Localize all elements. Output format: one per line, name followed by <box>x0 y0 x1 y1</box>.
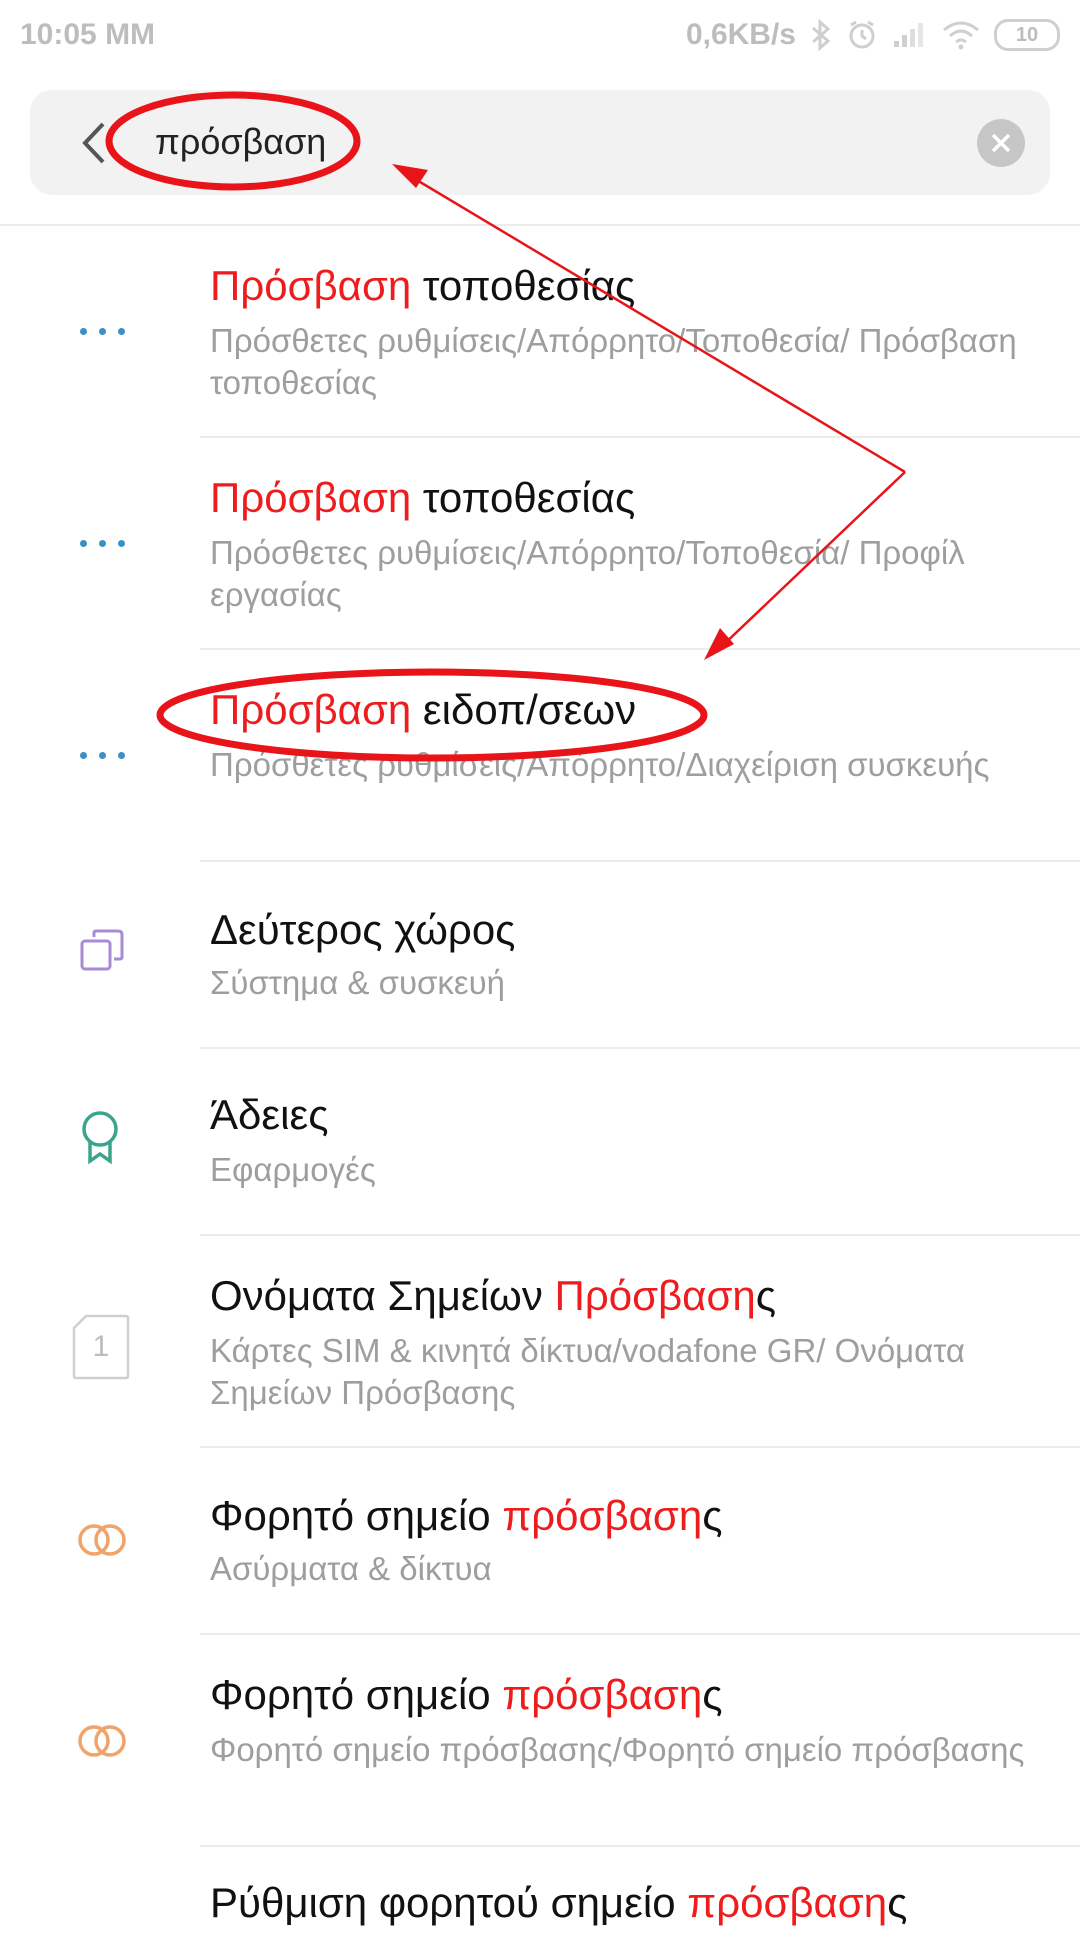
second-space-icon <box>80 929 124 971</box>
result-subtitle: Εφαρμογές <box>210 1151 376 1188</box>
result-subtitle: Σύστημα & συσκευή <box>210 964 506 1001</box>
result-title: Δεύτερος χώρος <box>210 906 516 953</box>
bluetooth-icon <box>812 19 831 51</box>
sim-slot-number: 1 <box>92 1330 110 1363</box>
result-item[interactable]: Δεύτερος χώρος Σύστημα & συσκευή <box>0 862 1080 1049</box>
permissions-badge-icon <box>82 1111 118 1165</box>
result-subtitle: Πρόσθετες ρυθμίσεις/Απόρρητο/Τοποθεσία/ … <box>210 534 965 613</box>
result-title: Φορητό σημείο πρόσβασης <box>210 1492 723 1539</box>
status-indicators: 0,6KB/s 10 <box>686 18 1060 52</box>
result-title: Πρόσβαση τοποθεσίας <box>210 474 636 521</box>
status-time: 10:05 ΜΜ <box>20 18 156 51</box>
more-dots-icon <box>80 328 125 335</box>
sim-card-icon: 1 <box>72 1314 130 1380</box>
close-icon <box>991 133 1011 153</box>
wifi-icon <box>943 21 979 50</box>
battery-indicator: 10 <box>994 19 1060 51</box>
result-item[interactable]: Πρόσβαση ειδοπ/σεων Πρόσθετες ρυθμίσεις/… <box>0 650 1080 862</box>
more-dots-icon <box>80 752 125 759</box>
result-item[interactable]: Φορητό σημείο πρόσβασης Ασύρματα & δίκτυ… <box>0 1448 1080 1635</box>
result-subtitle: Ασύρματα & δίκτυα <box>210 1550 492 1587</box>
result-item[interactable]: Άδειες Εφαρμογές <box>0 1049 1080 1236</box>
result-item[interactable]: Φορητό σημείο πρόσβασης Φορητό σημείο πρ… <box>0 1635 1080 1847</box>
result-title: Πρόσβαση ειδοπ/σεων <box>210 686 637 733</box>
result-subtitle: Κάρτες SIM & κινητά δίκτυα/vodafone GR/ … <box>210 1332 965 1411</box>
result-subtitle: Πρόσθετες ρυθμίσεις/Απόρρητο/Τοποθεσία/ … <box>210 322 1017 401</box>
search-results-list: Πρόσβαση τοποθεσίας Πρόσθετες ρυθμίσεις/… <box>0 226 1080 1947</box>
status-bar: 10:05 ΜΜ 0,6KB/s 10 <box>0 0 1080 74</box>
result-title: Ονόματα Σημείων Πρόσβασης <box>210 1272 776 1319</box>
hotspot-rings-icon <box>78 1725 126 1757</box>
result-item[interactable]: Ρύθμιση φορητού σημείο πρόσβασης <box>0 1847 1080 1947</box>
clear-search-button[interactable] <box>977 119 1025 167</box>
result-title: Φορητό σημείο πρόσβασης <box>210 1671 723 1718</box>
result-item[interactable]: Πρόσβαση τοποθεσίας Πρόσθετες ρυθμίσεις/… <box>0 226 1080 438</box>
result-item[interactable]: Πρόσβαση τοποθεσίας Πρόσθετες ρυθμίσεις/… <box>0 438 1080 650</box>
result-subtitle: Πρόσθετες ρυθμίσεις/Απόρρητο/Διαχείριση … <box>210 746 990 783</box>
back-arrow-icon[interactable] <box>75 118 115 168</box>
signal-icon <box>894 23 923 47</box>
result-title: Πρόσβαση τοποθεσίας <box>210 262 636 309</box>
search-bar <box>30 90 1050 195</box>
result-subtitle: Φορητό σημείο πρόσβασης/Φορητό σημείο πρ… <box>210 1731 1025 1768</box>
search-input[interactable] <box>155 112 975 172</box>
alarm-icon <box>849 20 875 49</box>
network-speed: 0,6KB/s <box>685 18 796 51</box>
more-dots-icon <box>80 540 125 547</box>
result-item[interactable]: 1 Ονόματα Σημείων Πρόσβασης Κάρτες SIM &… <box>0 1236 1080 1448</box>
result-title: Άδειες <box>210 1091 329 1138</box>
hotspot-rings-icon <box>78 1524 126 1556</box>
